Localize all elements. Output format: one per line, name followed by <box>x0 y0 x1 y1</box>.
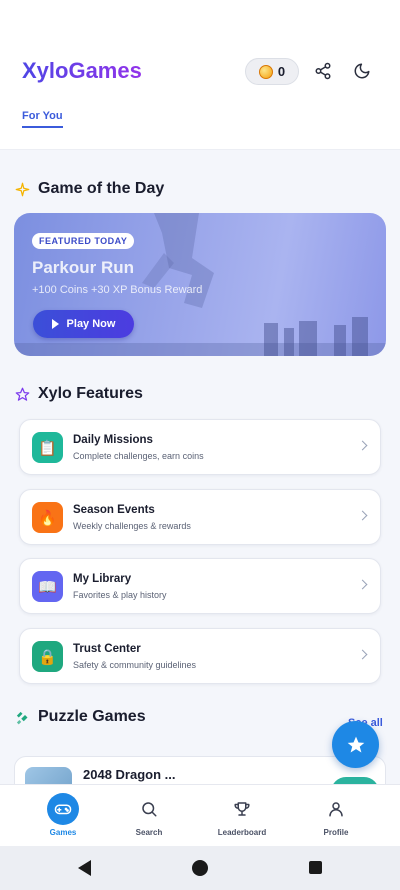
feature-subtitle: Safety & community guidelines <box>73 660 197 670</box>
feature-title: Trust Center <box>73 643 141 655</box>
puzzle-icon <box>16 711 28 724</box>
nav-icon-container <box>320 793 352 825</box>
clipboard-icon: 📋 <box>32 432 63 463</box>
favorites-fab-button[interactable] <box>332 721 379 768</box>
fire-icon: 🔥 <box>32 502 63 533</box>
search-icon <box>142 802 157 817</box>
home-icon[interactable] <box>192 860 208 876</box>
nav-icon-container <box>47 793 79 825</box>
feature-title: Daily Missions <box>73 434 153 446</box>
game-of-day-banner[interactable]: FEATURED TODAY Parkour Run +100 Coins +3… <box>14 213 386 356</box>
feature-card-trust-center[interactable]: 🔒 Trust Center Safety & community guidelin… <box>19 628 381 684</box>
feature-title: My Library <box>73 573 132 585</box>
play-now-label: Play Now <box>66 318 116 330</box>
bottom-navigation: Games Search Leaderboard Profile <box>0 784 400 846</box>
featured-badge: FEATURED TODAY <box>32 233 135 249</box>
nav-item-search[interactable]: Search <box>99 785 199 847</box>
section-title-text: Game of the Day <box>38 180 165 197</box>
nav-label: Games <box>49 828 77 837</box>
featured-game-title: Parkour Run <box>32 258 135 277</box>
game-title: 2048 Dragon ... <box>83 767 176 782</box>
section-title-text: Xylo Features <box>38 385 143 402</box>
nav-icon-container <box>226 793 258 825</box>
chevron-right-icon <box>357 579 368 590</box>
puzzle-games-heading: Puzzle Games <box>15 708 146 726</box>
nav-icon-container <box>133 793 165 825</box>
lock-icon: 🔒 <box>32 641 63 672</box>
feature-subtitle: Favorites & play history <box>73 590 167 600</box>
system-navigation-bar <box>0 846 400 890</box>
coin-icon <box>258 64 273 79</box>
moon-icon <box>354 63 370 79</box>
nav-label: Profile <box>323 828 349 837</box>
gamepad-icon <box>54 804 72 815</box>
chevron-right-icon <box>357 649 368 660</box>
nav-item-profile[interactable]: Profile <box>286 785 386 847</box>
play-now-button[interactable]: Play Now <box>33 310 134 338</box>
coin-count: 0 <box>277 64 286 79</box>
play-icon <box>51 319 59 329</box>
feature-card-my-library[interactable]: 📖 My Library Favorites & play history <box>19 558 381 614</box>
features-heading: Xylo Features <box>15 385 143 403</box>
share-button[interactable] <box>310 58 336 84</box>
tab-for-you[interactable]: For You <box>22 110 63 128</box>
share-icon <box>315 62 331 80</box>
nav-item-leaderboard[interactable]: Leaderboard <box>192 785 292 847</box>
nav-label: Leaderboard <box>217 828 267 837</box>
section-title-text: Puzzle Games <box>38 708 146 725</box>
feature-card-season-events[interactable]: 🔥 Season Events Weekly challenges & reward… <box>19 489 381 545</box>
feature-title: Season Events <box>73 504 155 516</box>
sparkle-icon <box>15 182 30 196</box>
nav-item-games[interactable]: Games <box>13 785 113 847</box>
trophy-icon <box>234 802 250 816</box>
feature-subtitle: Weekly challenges & rewards <box>73 521 191 531</box>
app-header: XyloGames 0 For You <box>0 40 400 150</box>
nav-label: Search <box>135 828 163 837</box>
star-outline-icon <box>15 387 30 401</box>
featured-game-reward: +100 Coins +30 XP Bonus Reward <box>32 284 203 296</box>
game-of-day-heading: Game of the Day <box>15 180 164 198</box>
coin-balance-button[interactable]: 0 <box>245 58 299 85</box>
back-icon[interactable] <box>78 860 91 876</box>
chevron-right-icon <box>357 440 368 451</box>
theme-toggle-button[interactable] <box>349 58 375 84</box>
person-icon <box>329 802 343 817</box>
app-title: XyloGames <box>22 58 142 83</box>
recent-apps-icon[interactable] <box>309 861 322 874</box>
chevron-right-icon <box>357 510 368 521</box>
book-icon: 📖 <box>32 571 63 602</box>
feature-subtitle: Complete challenges, earn coins <box>73 451 204 461</box>
status-bar-area <box>0 0 400 40</box>
star-icon <box>347 736 364 752</box>
feature-card-daily-missions[interactable]: 📋 Daily Missions Complete challenges, earn… <box>19 419 381 475</box>
